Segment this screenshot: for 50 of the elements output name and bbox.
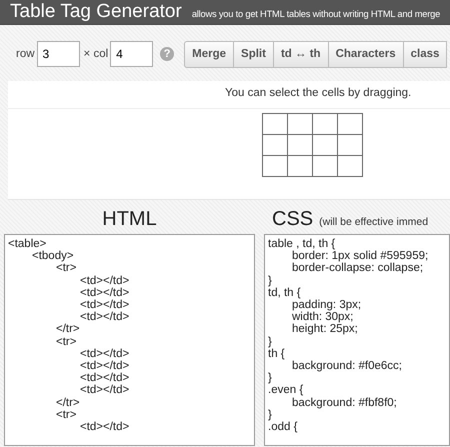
code-line: <td></td> xyxy=(80,274,130,287)
row-count-field[interactable]: 3 xyxy=(36,41,80,67)
panel-heading: HTML xyxy=(102,208,157,231)
code-line: padding: 3px; xyxy=(292,299,362,312)
code-line: .even { xyxy=(268,384,304,397)
code-line: background: #fbf8f0; xyxy=(292,396,397,409)
code-line: } xyxy=(268,372,272,384)
code-line: background: #f0e6cc; xyxy=(292,360,402,372)
toolbar-button[interactable]: Characters xyxy=(328,40,404,68)
code-line: <td></td> xyxy=(80,348,130,360)
toolbar-button[interactable]: Merge xyxy=(184,40,234,68)
code-line: th { xyxy=(268,348,285,360)
code-line: height: 25px; xyxy=(292,323,358,336)
code-line: <td></td> xyxy=(80,421,130,434)
code-line: .odd { xyxy=(268,421,298,434)
code-line: <td></td> xyxy=(80,311,130,324)
toolbar-button[interactable]: td ↔ th xyxy=(274,40,329,68)
site-tagline: allows you to get HTML tables without writing HTML and merge xyxy=(192,9,440,19)
css-code-area[interactable]: table , td, th { border: 1px solid #595959; border-collapse: collapse; } td, th { padding: 3px; width: 30px; height: 25px; } th { background: #f0e6cc; } .even { background: #fbf8f0; } .odd { xyxy=(264,234,450,446)
code-line: } xyxy=(268,274,272,287)
code-line: } xyxy=(268,336,272,348)
panel-heading: CSS xyxy=(272,208,314,231)
code-line: <tbody> xyxy=(32,250,74,262)
code-line: border: 1px solid #595959; xyxy=(292,250,428,262)
site-title: Table Tag Generator xyxy=(10,0,182,24)
code-line: </tr> xyxy=(56,396,80,409)
toolbar-button[interactable]: Split xyxy=(234,40,274,68)
code-line: <td></td> xyxy=(80,372,130,384)
code-line: <td></td> xyxy=(80,360,130,372)
code-line: border-collapse: collapse; xyxy=(292,262,424,275)
code-line: <td></td> xyxy=(80,384,130,397)
instruction-text: You can select the cells by dragging. xyxy=(8,81,450,109)
code-line: td, th { xyxy=(268,286,301,300)
code-line: </tr> xyxy=(56,323,80,336)
html-code-area[interactable]: <table> <tbody> <tr> <td></td> <td></td> <td></td> <td></td> </tr> <tr> <td></td> <td></td> <td></td> <td></td> </tr> <tr> <td></td> xyxy=(4,234,255,446)
code-line: <td></td> xyxy=(80,286,130,300)
col-label: × col xyxy=(84,48,108,60)
toolbar-button[interactable]: class xyxy=(404,40,448,68)
code-line: width: 30px; xyxy=(292,311,354,324)
table-grid-preview[interactable] xyxy=(262,113,363,177)
code-line: <td></td> xyxy=(80,299,130,312)
code-line: table , td, th { xyxy=(268,238,336,250)
row-label: row xyxy=(16,48,35,60)
code-line: <tr> xyxy=(56,408,76,422)
code-line: <table> xyxy=(8,238,46,250)
code-line: <tr> xyxy=(56,262,76,275)
code-line: <tr> xyxy=(56,336,76,348)
panel-note: (will be effective immed xyxy=(319,216,428,228)
col-count-field[interactable]: 4 xyxy=(110,41,154,67)
code-line: } xyxy=(268,408,272,422)
